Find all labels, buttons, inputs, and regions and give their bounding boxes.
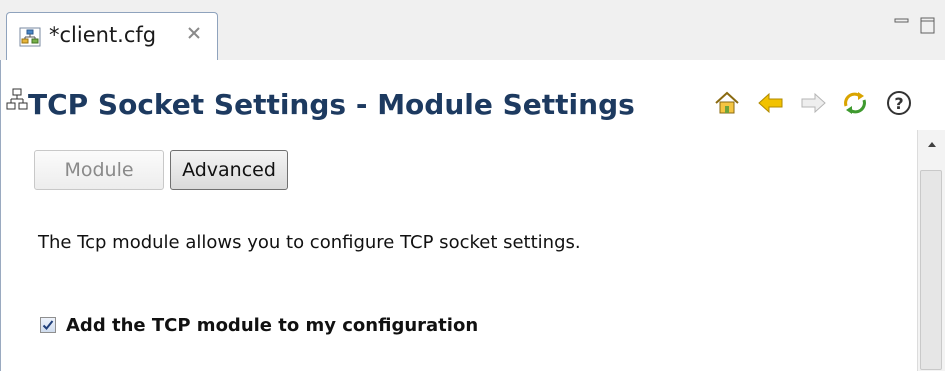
add-module-checkbox[interactable]	[40, 317, 56, 333]
editor-tab-bar: *client.cfg	[0, 0, 945, 60]
module-tab-button: Module	[34, 150, 164, 190]
network-config-icon	[6, 88, 28, 116]
view-controls	[889, 16, 945, 38]
network-config-icon	[19, 27, 43, 47]
add-module-row: Add the TCP module to my configuration	[40, 313, 478, 337]
scroll-up-icon[interactable]	[918, 130, 945, 158]
svg-text:?: ?	[894, 94, 903, 113]
refresh-icon[interactable]	[840, 88, 870, 118]
vertical-scrollbar[interactable]	[917, 130, 945, 371]
back-arrow-icon[interactable]	[756, 88, 786, 118]
tab-label: *client.cfg	[49, 23, 157, 47]
maximize-icon[interactable]	[919, 16, 937, 36]
forward-arrow-icon[interactable]	[798, 88, 828, 118]
add-module-label: Add the TCP module to my configuration	[66, 314, 479, 336]
module-description: The Tcp module allows you to configure T…	[38, 232, 581, 253]
editor-tab[interactable]: *client.cfg	[6, 12, 218, 60]
advanced-tab-button[interactable]: Advanced	[170, 150, 288, 190]
close-icon[interactable]	[187, 25, 201, 39]
minimize-icon[interactable]	[893, 16, 911, 34]
home-icon[interactable]	[712, 88, 742, 118]
editor-frame: *client.cfg TCP Socket Settings - Module…	[0, 0, 945, 371]
form-toolbar: ?	[712, 88, 932, 122]
help-icon[interactable]: ?	[884, 88, 914, 118]
page-title: TCP Socket Settings - Module Settings	[28, 88, 635, 121]
scroll-thumb[interactable]	[920, 170, 942, 370]
